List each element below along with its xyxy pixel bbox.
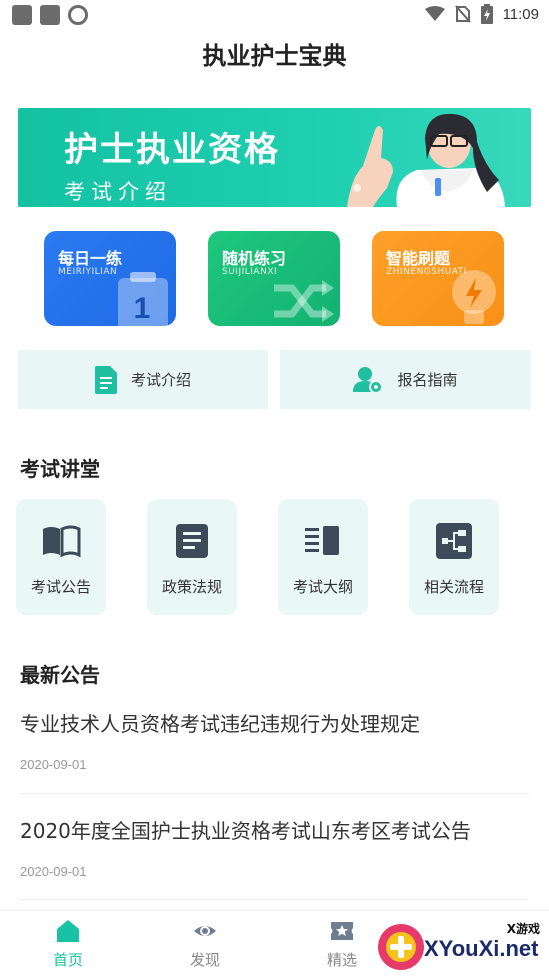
nurse-illustration <box>347 113 505 207</box>
document-icon <box>94 365 117 394</box>
news-date: 2020-09-01 <box>20 864 87 879</box>
clock: 11:09 <box>502 5 539 23</box>
lightbulb-icon <box>452 270 496 324</box>
eye-icon <box>194 926 216 936</box>
random-practice-card[interactable]: 随机练习 SUIJILIANXI <box>208 231 340 326</box>
tile-related-process[interactable]: 相关流程 <box>409 499 499 615</box>
news-section-heading: 最新公告 <box>20 663 100 687</box>
tile-label: 考试大纲 <box>292 578 353 596</box>
status-notifications <box>12 5 88 25</box>
notification-icon <box>12 5 32 25</box>
news-item[interactable]: 专业技术人员资格考试违纪违规行为处理规定 2020-09-01 <box>20 708 529 772</box>
calendar-number: 1 <box>134 292 151 325</box>
registration-guide-label: 报名指南 <box>397 371 458 389</box>
site-watermark: X游戏 XYouXi.net <box>376 918 546 972</box>
card-subtitle: MEIRIYILIAN <box>58 267 118 277</box>
book-icon <box>43 525 81 558</box>
notification-icon <box>40 5 60 25</box>
tile-label: 政策法规 <box>161 578 222 596</box>
status-bar: 11:09 <box>0 0 549 30</box>
nav-label: 首页 <box>52 951 83 969</box>
card-subtitle: SUIJILIANXI <box>222 267 278 277</box>
nav-discover[interactable]: 发现 <box>155 911 255 976</box>
watermark-small-text: X游戏 <box>506 922 540 936</box>
home-icon <box>57 920 79 942</box>
exam-intro-label: 考试介绍 <box>130 371 191 389</box>
smart-practice-card[interactable]: 智能刷题 ZHINENGSHUATI <box>372 231 504 326</box>
loading-icon <box>68 5 88 25</box>
tile-exam-announcement[interactable]: 考试公告 <box>16 499 106 615</box>
card-title: 每日一练 <box>58 249 123 268</box>
lecture-tiles: 考试公告 政策法规 考试大纲 相关流程 <box>16 499 516 615</box>
gamepad-logo-icon <box>378 924 424 970</box>
tile-label: 相关流程 <box>423 578 484 596</box>
nav-label: 发现 <box>189 951 220 969</box>
divider <box>20 899 529 900</box>
list-doc-icon <box>176 524 208 558</box>
daily-practice-card[interactable]: 每日一练 MEIRIYILIAN 1 <box>44 231 176 326</box>
status-system: 11:09 <box>424 4 539 24</box>
lecture-section-heading: 考试讲堂 <box>20 457 100 481</box>
news-item[interactable]: 2020年度全国护士执业资格考试山东考区考试公告 2020-09-01 <box>20 815 529 879</box>
no-sim-icon <box>454 5 471 23</box>
battery-icon <box>480 4 493 24</box>
registration-guide-button[interactable]: 报名指南 <box>280 350 531 409</box>
promo-banner[interactable]: 护士执业资格 考试介绍 <box>18 108 531 207</box>
exam-intro-button[interactable]: 考试介绍 <box>18 350 268 409</box>
calendar-icon: 1 <box>118 272 168 326</box>
card-title: 随机练习 <box>222 249 287 268</box>
tile-label: 考试公告 <box>30 578 91 596</box>
outline-icon <box>305 526 339 555</box>
watermark-text: XYouXi.net <box>424 936 539 961</box>
banner-title: 护士执业资格 <box>64 130 280 170</box>
tile-exam-outline[interactable]: 考试大纲 <box>278 499 368 615</box>
shuffle-icon <box>274 280 334 322</box>
practice-cards: 每日一练 MEIRIYILIAN 1 随机练习 SUIJILIANXI 智能刷题… <box>44 231 504 326</box>
nav-home[interactable]: 首页 <box>18 911 118 976</box>
star-ticket-icon <box>331 922 353 940</box>
news-title: 2020年度全国护士执业资格考试山东考区考试公告 <box>20 819 471 843</box>
tile-policy-regulations[interactable]: 政策法规 <box>147 499 237 615</box>
banner-subtitle: 考试介绍 <box>64 180 172 204</box>
page-title: 执业护士宝典 <box>202 42 347 70</box>
news-date: 2020-09-01 <box>20 757 87 772</box>
user-settings-icon <box>353 366 384 394</box>
flow-icon <box>436 523 472 559</box>
news-title: 专业技术人员资格考试违纪违规行为处理规定 <box>20 712 420 736</box>
wifi-icon <box>424 6 445 21</box>
card-title: 智能刷题 <box>386 249 451 268</box>
divider <box>20 793 529 794</box>
